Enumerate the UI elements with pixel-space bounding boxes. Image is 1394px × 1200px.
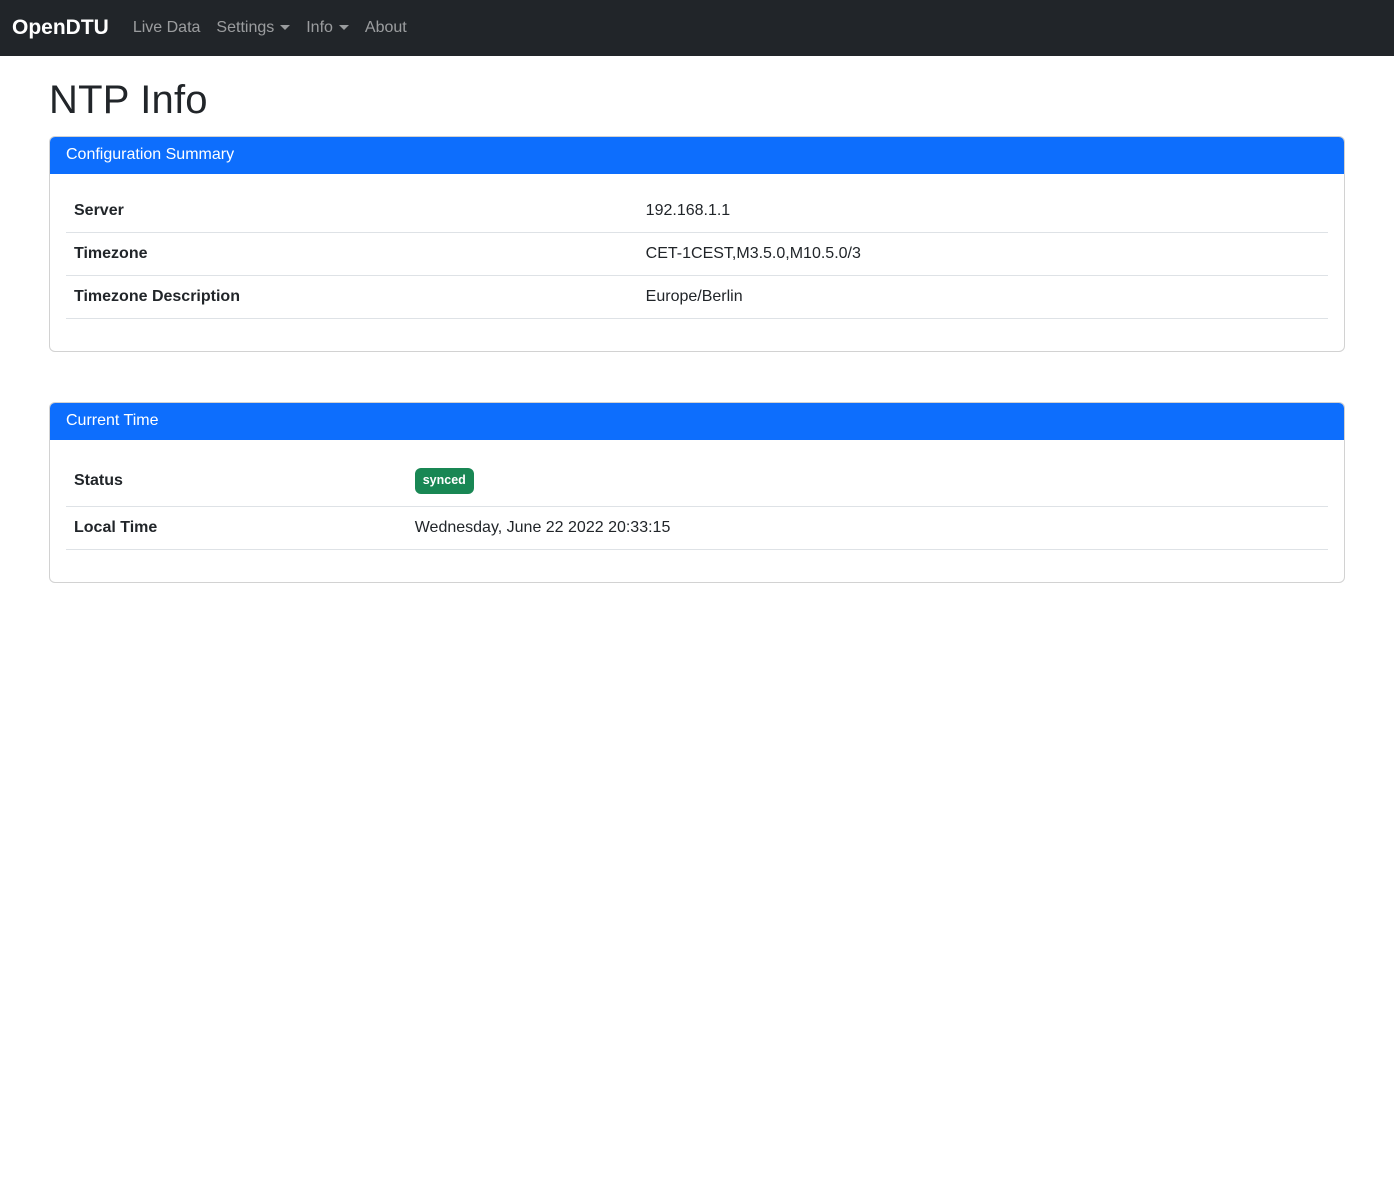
nav-item-about[interactable]: About: [357, 11, 415, 45]
current-time-card-body: Status synced Local Time Wednesday, June…: [50, 440, 1344, 582]
table-row: Server 192.168.1.1: [66, 190, 1328, 233]
top-navbar: OpenDTU Live Data Settings Info About: [0, 0, 1394, 56]
current-time-table: Status synced Local Time Wednesday, June…: [66, 456, 1328, 550]
current-time-card-header: Current Time: [50, 403, 1344, 440]
row-label-timezone-description: Timezone Description: [66, 276, 638, 319]
row-value-timezone-description: Europe/Berlin: [638, 276, 1328, 319]
nav-item-settings[interactable]: Settings: [208, 11, 298, 45]
row-label-timezone: Timezone: [66, 233, 638, 276]
current-time-card: Current Time Status synced Local Time We…: [49, 402, 1345, 583]
row-value-timezone: CET-1CEST,M3.5.0,M10.5.0/3: [638, 233, 1328, 276]
configuration-summary-card-header: Configuration Summary: [50, 137, 1344, 174]
brand-logo[interactable]: OpenDTU: [12, 16, 109, 40]
nav-item-info-label: Info: [306, 19, 333, 36]
row-label-local-time: Local Time: [66, 507, 407, 550]
nav-item-info[interactable]: Info: [298, 11, 357, 45]
table-row: Timezone Description Europe/Berlin: [66, 276, 1328, 319]
nav-item-settings-label: Settings: [216, 19, 274, 36]
configuration-summary-card-body: Server 192.168.1.1 Timezone CET-1CEST,M3…: [50, 174, 1344, 351]
row-value-server: 192.168.1.1: [638, 190, 1328, 233]
chevron-down-icon: [280, 25, 290, 30]
main-nav: Live Data Settings Info About: [125, 11, 415, 45]
configuration-summary-table: Server 192.168.1.1 Timezone CET-1CEST,M3…: [66, 190, 1328, 319]
table-row: Status synced: [66, 456, 1328, 507]
page-content: NTP Info Configuration Summary Server 19…: [0, 56, 1394, 583]
page-title: NTP Info: [49, 78, 1345, 123]
row-label-server: Server: [66, 190, 638, 233]
row-label-status: Status: [66, 456, 407, 507]
table-row: Local Time Wednesday, June 22 2022 20:33…: [66, 507, 1328, 550]
configuration-summary-card: Configuration Summary Server 192.168.1.1…: [49, 136, 1345, 352]
status-badge: synced: [415, 468, 474, 494]
nav-item-live-data[interactable]: Live Data: [125, 11, 209, 45]
row-value-local-time: Wednesday, June 22 2022 20:33:15: [407, 507, 1328, 550]
table-row: Timezone CET-1CEST,M3.5.0,M10.5.0/3: [66, 233, 1328, 276]
row-value-status: synced: [407, 456, 1328, 507]
chevron-down-icon: [339, 25, 349, 30]
